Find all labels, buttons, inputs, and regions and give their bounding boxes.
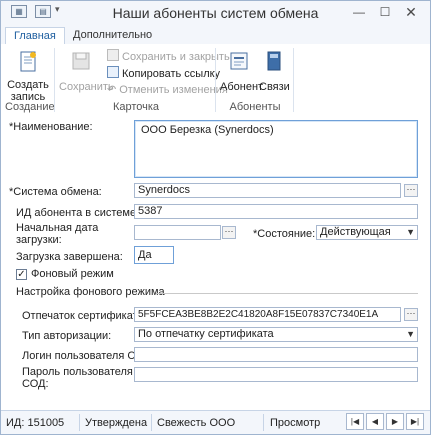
- subscriber-label: Абонент: [220, 81, 264, 93]
- save-icon: [72, 52, 90, 70]
- subscriber-id-label: ИД абонента в системе:: [16, 207, 140, 219]
- auth-type-select[interactable]: По отпечатку сертификата ▼: [134, 327, 418, 342]
- ribbon-separator: [215, 48, 216, 112]
- subscriber-id-field[interactable]: 5387: [134, 204, 418, 219]
- cert-select-button[interactable]: ···: [404, 308, 418, 321]
- subscriber-icon: [230, 52, 248, 70]
- status-state: Утверждена: [85, 417, 148, 429]
- save-label: Сохранить: [59, 81, 114, 93]
- copy-link-label: Копировать ссылку: [122, 68, 221, 80]
- group-create-label: Создание: [5, 101, 55, 113]
- maximize-icon[interactable]: ☐: [373, 3, 397, 21]
- load-complete-field[interactable]: Да: [134, 246, 174, 264]
- links-button[interactable]: Связи: [259, 50, 290, 93]
- cancel-changes-button[interactable]: ↶ Отменить изменения: [107, 83, 228, 97]
- undo-icon: ↶: [107, 84, 117, 96]
- ribbon-tabs: Главная Дополнительно: [1, 25, 430, 45]
- links-label: Связи: [259, 81, 290, 93]
- background-mode-checkbox[interactable]: ✓: [16, 269, 27, 280]
- save-button[interactable]: Сохранить: [59, 50, 114, 93]
- state-select[interactable]: Действующая ▼: [316, 225, 418, 240]
- minimize-icon[interactable]: —: [347, 3, 371, 21]
- exchange-system-field[interactable]: Synerdocs: [134, 183, 401, 198]
- cancel-changes-label: Отменить изменения: [119, 84, 228, 96]
- load-start-label-2: загрузки:: [16, 234, 62, 246]
- state-label: *Состояние:: [253, 228, 316, 240]
- status-id: ИД: 151005: [6, 417, 65, 429]
- subscriber-button[interactable]: Абонент: [220, 50, 264, 93]
- ribbon: Создать запись Создание Сохранить Сохран…: [1, 44, 430, 116]
- copy-link-icon: [107, 66, 119, 78]
- name-field[interactable]: ООО Березка (Synerdocs): [134, 120, 418, 178]
- group-card-label: Карточка: [112, 101, 160, 113]
- title-bar: ▦ ▤ ▾ Наши абоненты систем обмена — ☐ ✕: [1, 1, 430, 25]
- status-separator: [151, 414, 152, 431]
- name-label: *Наименование:: [9, 121, 93, 133]
- auth-type-label: Тип авторизации:: [22, 330, 112, 342]
- password-label-1: Пароль пользователя: [22, 366, 133, 378]
- login-field[interactable]: [134, 347, 418, 362]
- password-field[interactable]: [134, 367, 418, 382]
- previous-record-icon[interactable]: ◀: [366, 413, 384, 430]
- create-label-1: Создать: [7, 79, 49, 91]
- save-close-icon: [107, 49, 119, 61]
- section-divider: [156, 293, 418, 294]
- tab-additional[interactable]: Дополнительно: [65, 27, 160, 44]
- group-subscribers-label: Абоненты: [229, 101, 281, 113]
- status-mode: Просмотр: [270, 417, 321, 429]
- status-bar: ИД: 151005 Утверждена Свежесть ООО Просм…: [1, 410, 430, 434]
- form-body: *Наименование: ООО Березка (Synerdocs) *…: [1, 115, 430, 410]
- load-complete-label: Загрузка завершена:: [16, 251, 123, 263]
- bg-section-title: Настройка фонового режима: [16, 286, 165, 298]
- next-record-icon[interactable]: ▶: [386, 413, 404, 430]
- first-record-icon[interactable]: |◀: [346, 413, 364, 430]
- exchange-system-label: *Система обмена:: [9, 186, 102, 198]
- close-icon[interactable]: ✕: [399, 3, 423, 21]
- status-org: Свежесть ООО: [157, 417, 236, 429]
- load-start-label-1: Начальная дата: [16, 222, 99, 234]
- background-mode-label: Фоновый режим: [31, 268, 114, 280]
- copy-link-button[interactable]: Копировать ссылку: [107, 66, 220, 80]
- card-window: ▦ ▤ ▾ Наши абоненты систем обмена — ☐ ✕ …: [0, 0, 431, 435]
- chevron-down-icon[interactable]: ▼: [406, 226, 415, 239]
- create-record-button[interactable]: Создать запись: [7, 50, 49, 103]
- create-record-icon: [20, 51, 36, 72]
- save-close-button[interactable]: Сохранить и закрыть: [107, 49, 230, 63]
- save-close-label: Сохранить и закрыть: [122, 51, 230, 63]
- auth-type-value: По отпечатку сертификата: [138, 328, 274, 340]
- links-icon: [267, 51, 281, 71]
- status-separator: [263, 414, 264, 431]
- password-label-2: СОД:: [22, 378, 49, 390]
- cert-thumb-field[interactable]: 5F5FCEA3BE8B2E2C41820A8F15E07837C7340E1A: [134, 307, 401, 322]
- ribbon-separator: [293, 48, 294, 112]
- cert-thumb-label: Отпечаток сертификата:: [22, 310, 147, 322]
- last-record-icon[interactable]: ▶|: [406, 413, 424, 430]
- chevron-down-icon[interactable]: ▼: [406, 328, 415, 341]
- load-start-date-field[interactable]: [134, 225, 221, 240]
- exchange-system-select-button[interactable]: ···: [404, 184, 418, 197]
- tab-main[interactable]: Главная: [5, 27, 65, 45]
- ribbon-separator: [54, 48, 55, 112]
- state-value: Действующая: [320, 226, 391, 238]
- status-separator: [79, 414, 80, 431]
- date-picker-button[interactable]: ···: [222, 226, 236, 239]
